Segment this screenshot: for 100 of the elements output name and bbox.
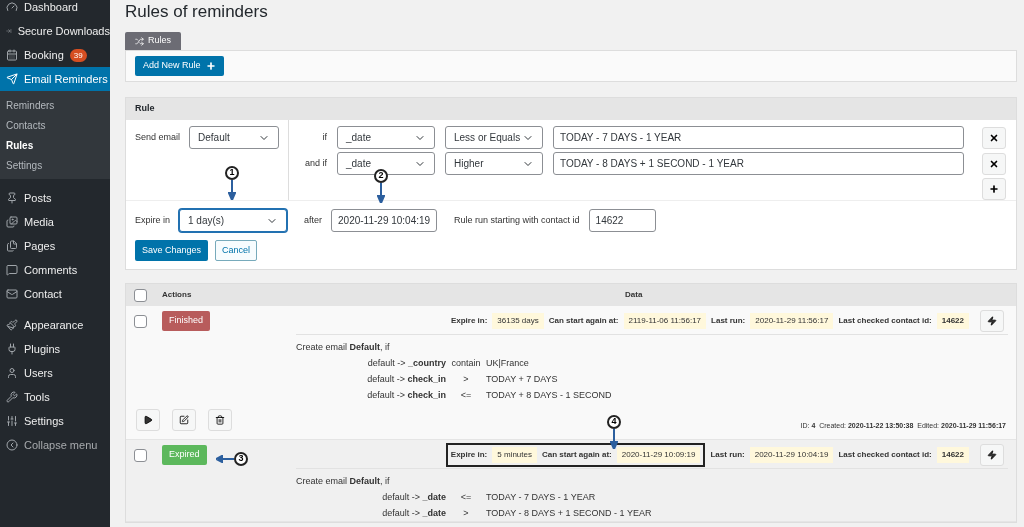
cancel-button[interactable]: Cancel: [215, 240, 258, 261]
checkbox[interactable]: [134, 288, 147, 302]
menu-icon: [6, 439, 18, 451]
meta-label: Last run:: [711, 315, 746, 327]
condition-operator: >: [463, 507, 469, 520]
sidebar-item[interactable]: Plugins: [0, 337, 110, 361]
rule-heading: Create email Default, if: [296, 476, 390, 486]
menu-icon: [6, 415, 18, 427]
add-rule-button[interactable]: Add New Rule: [135, 56, 224, 76]
menu-icon: [6, 288, 18, 300]
meta-value: 2119-11-06 11:56:17: [623, 313, 707, 329]
sidebar-item[interactable]: Posts: [0, 186, 110, 210]
operator-select[interactable]: Less or Equals: [445, 126, 543, 149]
condition-value: UK|France: [486, 357, 530, 370]
delete-button[interactable]: [208, 409, 232, 431]
meta-value: 36135 days: [492, 313, 544, 329]
meta-label: Last checked contact id:: [838, 449, 932, 461]
email-select[interactable]: Default: [189, 126, 279, 149]
arrow-down-icon: [610, 429, 618, 449]
operator-select[interactable]: Higher: [445, 152, 543, 175]
meta-value: 14622: [936, 313, 969, 329]
menu-icon: [6, 264, 18, 276]
menu-icon: [6, 367, 18, 379]
condition-operator: contain: [451, 357, 481, 370]
sidebar-item[interactable]: Settings: [0, 409, 110, 433]
condition-value: TODAY - 7 DAYS - 1 YEAR: [486, 491, 597, 504]
meta-label: Can start again at:: [541, 449, 612, 461]
plus-icon: [205, 61, 216, 71]
value-field[interactable]: TODAY - 7 DAYS - 1 YEAR: [553, 126, 964, 149]
submenu-item[interactable]: Reminders: [0, 95, 110, 115]
meta-label: Can start again at:: [548, 315, 619, 327]
meta-label: Expire in:: [450, 449, 488, 461]
status-badge: Finished: [162, 311, 211, 331]
submenu-item[interactable]: Contacts: [0, 115, 110, 135]
condition-value: TODAY + 7 DAYS: [486, 373, 559, 386]
field-select[interactable]: _date: [337, 126, 435, 149]
remove-condition-button[interactable]: [982, 126, 1006, 149]
condition-subject: default -> _date: [382, 507, 446, 520]
close-icon: [989, 158, 999, 169]
expire-select[interactable]: 1 day(s): [179, 209, 287, 232]
condition-value: TODAY - 8 DAYS + 1 SECOND - 1 YEAR: [486, 507, 652, 520]
menu-icon: [6, 49, 18, 61]
tab[interactable]: Rules: [125, 32, 181, 50]
sidebar-item[interactable]: Media: [0, 210, 110, 234]
add-condition-button[interactable]: [982, 178, 1006, 200]
page-title: Rules of reminders: [125, 1, 269, 23]
contact-id-field[interactable]: 14622: [588, 209, 656, 232]
play-icon: [143, 415, 153, 425]
column-header: Data: [625, 289, 643, 301]
menu-icon: [6, 73, 18, 85]
sidebar-item[interactable]: Contact: [0, 282, 110, 306]
meta-label: Expire in:: [450, 315, 488, 327]
edit-button[interactable]: [172, 409, 196, 431]
condition-subject: default -> check_in: [367, 389, 446, 402]
run-button[interactable]: [980, 310, 1004, 332]
submenu-item[interactable]: Settings: [0, 155, 110, 175]
sidebar-item[interactable]: Collapse menu: [0, 433, 110, 457]
meta-value: 2020-11-29 11:56:17: [750, 313, 834, 329]
sidebar-item[interactable]: Pages: [0, 234, 110, 258]
meta-label: Last run:: [710, 449, 745, 461]
panel-title: Rule: [135, 102, 155, 116]
condition-label: if: [321, 130, 327, 144]
menu-icon: [6, 343, 18, 355]
condition-subject: default -> check_in: [367, 373, 446, 386]
sidebar-item[interactable]: Tools: [0, 385, 110, 409]
field-label: after: [304, 213, 323, 227]
sidebar-item[interactable]: Appearance: [0, 313, 110, 337]
sidebar-item[interactable]: Users: [0, 361, 110, 385]
sidebar-item[interactable]: Email Reminders: [0, 67, 110, 91]
column-header: Actions: [162, 289, 193, 301]
shuffle-icon: [135, 36, 144, 46]
condition-value: TODAY + 8 DAYS - 1 SECOND: [486, 389, 612, 402]
field-label: Expire in: [135, 213, 170, 227]
sidebar-item[interactable]: Secure Downloads: [0, 19, 110, 43]
run-button[interactable]: [980, 444, 1004, 466]
condition-subject: default -> _date: [382, 491, 446, 504]
meta-label: Last checked contact id:: [838, 315, 932, 327]
sidebar-item[interactable]: Booking 39: [0, 43, 110, 67]
condition-operator: <=: [460, 491, 472, 504]
play-button[interactable]: [136, 409, 160, 431]
checkbox[interactable]: [134, 448, 147, 462]
sidebar-item[interactable]: Comments: [0, 258, 110, 282]
condition-operator: <=: [460, 389, 472, 402]
menu-icon: [6, 240, 18, 252]
save-button[interactable]: Save Changes: [135, 240, 209, 261]
date-field[interactable]: 2020-11-29 10:04:19: [331, 209, 438, 232]
meta-value: 2020-11-29 10:09:19: [616, 447, 701, 463]
menu-icon: [6, 391, 18, 403]
trash-icon: [215, 415, 225, 425]
sidebar-item[interactable]: Dashboard: [0, 0, 110, 19]
remove-condition-button[interactable]: [982, 152, 1006, 175]
condition-label: and if: [303, 156, 327, 170]
checkbox[interactable]: [134, 314, 147, 328]
menu-icon: [6, 216, 18, 228]
value-field[interactable]: TODAY - 8 DAYS + 1 SECOND - 1 YEAR: [553, 152, 964, 175]
close-icon: [989, 132, 999, 143]
submenu-item[interactable]: Rules: [0, 135, 110, 155]
arrow-left-icon: [216, 455, 234, 463]
menu-icon: [6, 1, 18, 13]
condition-operator: >: [463, 373, 469, 386]
